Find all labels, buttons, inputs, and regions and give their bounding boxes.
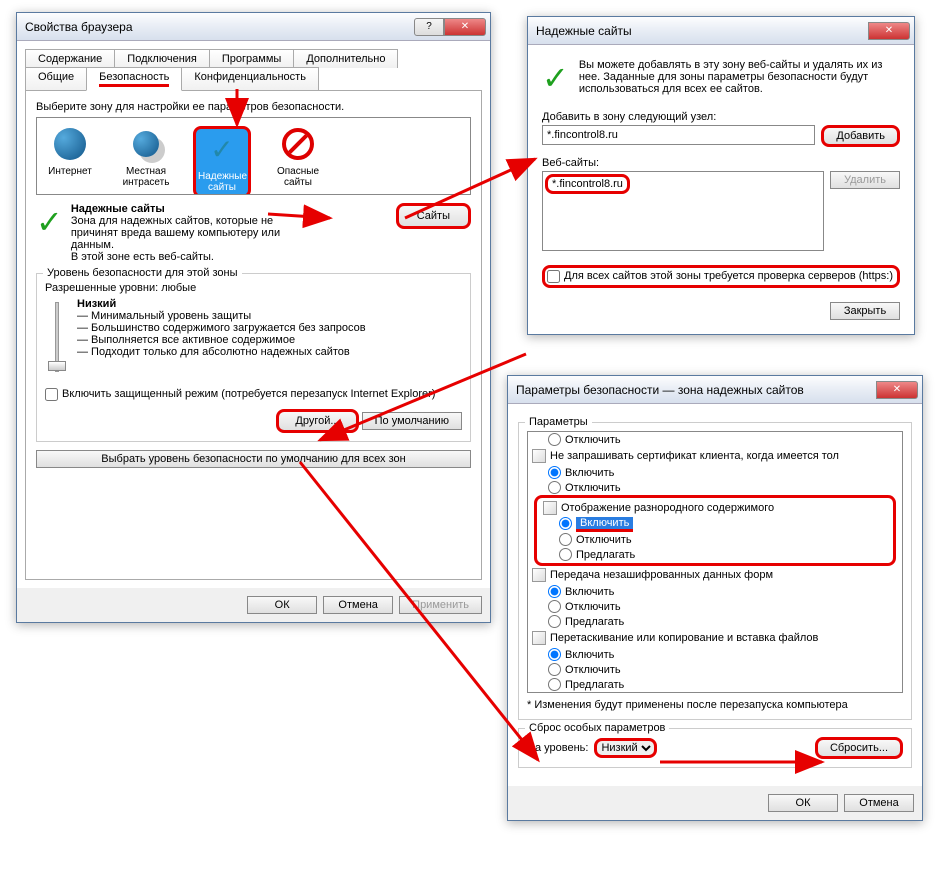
setting-icon	[543, 501, 557, 515]
zone-trusted[interactable]: ✓ Надежные сайты	[193, 126, 251, 195]
setting-icon	[532, 449, 546, 463]
delete-button[interactable]: Удалить	[830, 171, 900, 189]
level-bullet: — Подходит только для абсолютно надежных…	[77, 346, 366, 358]
params-title: Параметры	[525, 416, 592, 428]
tab-advanced[interactable]: Дополнительно	[293, 49, 398, 68]
setting-group: Передача незашифрованных данных форм	[528, 566, 902, 584]
level-bullet: — Выполняется все активное содержимое	[77, 334, 366, 346]
add-site-input[interactable]	[542, 125, 815, 145]
titlebar: Свойства браузера ? ✕	[17, 13, 490, 41]
radio-option[interactable]: Предлагать	[539, 547, 891, 562]
titlebar: Надежные сайты ✕	[528, 17, 914, 45]
titlebar: Параметры безопасности — зона надежных с…	[508, 376, 922, 404]
setting-group-mixed: Отображение разнородного содержимого	[539, 499, 891, 517]
radio-option[interactable]: Отключить	[528, 432, 902, 447]
zone-intranet[interactable]: Местная интрасеть	[117, 126, 175, 195]
close-dialog-button[interactable]: Закрыть	[830, 302, 900, 320]
radio-option[interactable]: Отключить	[528, 480, 902, 495]
window-title: Свойства браузера	[25, 20, 414, 34]
radio-option[interactable]: Отключить	[528, 599, 902, 614]
reset-button[interactable]: Сбросить...	[815, 737, 903, 759]
trusted-desc2: В этой зоне есть веб-сайты.	[71, 251, 388, 263]
close-button[interactable]: ✕	[868, 22, 910, 40]
ok-button[interactable]: ОК	[768, 794, 838, 812]
security-settings-window: Параметры безопасности — зона надежных с…	[507, 375, 923, 821]
default-level-button[interactable]: По умолчанию	[362, 412, 462, 430]
window-title: Параметры безопасности — зона надежных с…	[516, 383, 876, 397]
reset-all-zones-button[interactable]: Выбрать уровень безопасности по умолчани…	[36, 450, 471, 468]
protected-mode-checkbox[interactable]: Включить защищенный режим (потребуется п…	[45, 388, 435, 400]
radio-option[interactable]	[559, 517, 572, 530]
setting-group: Перетаскивание или копирование и вставка…	[528, 629, 902, 647]
setting-icon	[532, 568, 546, 582]
settings-tree[interactable]: Отключить Не запрашивать сертификат клие…	[527, 431, 903, 693]
trusted-heading: Надежные сайты	[71, 203, 165, 215]
trusted-desc1: Зона для надежных сайтов, которые не при…	[71, 215, 291, 251]
trusted-sites-window: Надежные сайты ✕ ✓ Вы можете добавлять в…	[527, 16, 915, 335]
level-name: Низкий	[77, 298, 116, 310]
security-slider[interactable]	[45, 298, 69, 376]
add-label: Добавить в зону следующий узел:	[542, 111, 900, 123]
level-select[interactable]: Низкий	[594, 738, 657, 758]
checkmark-icon: ✓	[36, 203, 63, 263]
tabs-row2: Общие Безопасность Конфиденциальность	[25, 67, 482, 91]
sites-button[interactable]: Сайты	[396, 203, 471, 229]
level-bullet: — Большинство содержимого загружается бе…	[77, 322, 366, 334]
radio-option[interactable]: Включить	[528, 584, 902, 599]
radio-option[interactable]: Включить	[528, 465, 902, 480]
window-title: Надежные сайты	[536, 24, 868, 38]
cancel-button[interactable]: Отмена	[844, 794, 914, 812]
radio-option[interactable]: Отключить	[528, 662, 902, 677]
tab-privacy[interactable]: Конфиденциальность	[181, 67, 319, 91]
restart-note: * Изменения будут применены после переза…	[527, 699, 903, 711]
websites-label: Веб-сайты:	[542, 157, 900, 169]
sec-level-title: Уровень безопасности для этой зоны	[43, 267, 242, 279]
tab-connections[interactable]: Подключения	[114, 49, 210, 68]
zone-restricted[interactable]: Опасные сайты	[269, 126, 327, 195]
check-icon: ✓	[210, 133, 233, 166]
radio-option[interactable]: Предлагать	[528, 677, 902, 692]
ok-button[interactable]: ОК	[247, 596, 317, 614]
help-button[interactable]: ?	[414, 18, 444, 36]
enable-highlighted[interactable]: Включить	[576, 517, 633, 532]
globe-icon	[54, 128, 86, 160]
list-item[interactable]: *.fincontrol8.ru	[545, 174, 630, 194]
setting-group: Не запрашивать сертификат клиента, когда…	[528, 447, 902, 465]
trusted-desc: Вы можете добавлять в эту зону веб-сайты…	[579, 59, 900, 97]
websites-list[interactable]: *.fincontrol8.ru	[542, 171, 824, 251]
reset-title: Сброс особых параметров	[525, 722, 669, 734]
close-button[interactable]: ✕	[444, 18, 486, 36]
level-label: На уровень:	[527, 742, 588, 754]
setting-icon	[532, 631, 546, 645]
cancel-button[interactable]: Отмена	[323, 596, 393, 614]
close-button[interactable]: ✕	[876, 381, 918, 399]
tab-programs[interactable]: Программы	[209, 49, 294, 68]
checkmark-icon: ✓	[542, 59, 569, 97]
custom-level-button[interactable]: Другой...	[276, 409, 358, 433]
radio-option[interactable]: Отключить	[539, 532, 891, 547]
radio-option[interactable]: Предлагать	[528, 614, 902, 629]
allowed-levels: Разрешенные уровни: любые	[45, 282, 462, 294]
tab-security[interactable]: Безопасность	[86, 67, 182, 91]
tabs-row1: Содержание Подключения Программы Дополни…	[25, 49, 482, 68]
intranet-icon	[133, 131, 159, 157]
zone-prompt: Выберите зону для настройки ее параметро…	[36, 101, 471, 113]
tab-general[interactable]: Общие	[25, 67, 87, 91]
internet-options-window: Свойства браузера ? ✕ Содержание Подключ…	[16, 12, 491, 623]
tab-content[interactable]: Содержание	[25, 49, 115, 68]
zone-internet[interactable]: Интернет	[41, 126, 99, 195]
apply-button[interactable]: Применить	[399, 596, 482, 614]
nosign-icon	[282, 128, 314, 160]
radio-option[interactable]: Включить	[528, 647, 902, 662]
https-checkbox[interactable]: Для всех сайтов этой зоны требуется пров…	[547, 270, 893, 282]
add-button[interactable]: Добавить	[821, 125, 900, 147]
level-bullet: — Минимальный уровень защиты	[77, 310, 366, 322]
